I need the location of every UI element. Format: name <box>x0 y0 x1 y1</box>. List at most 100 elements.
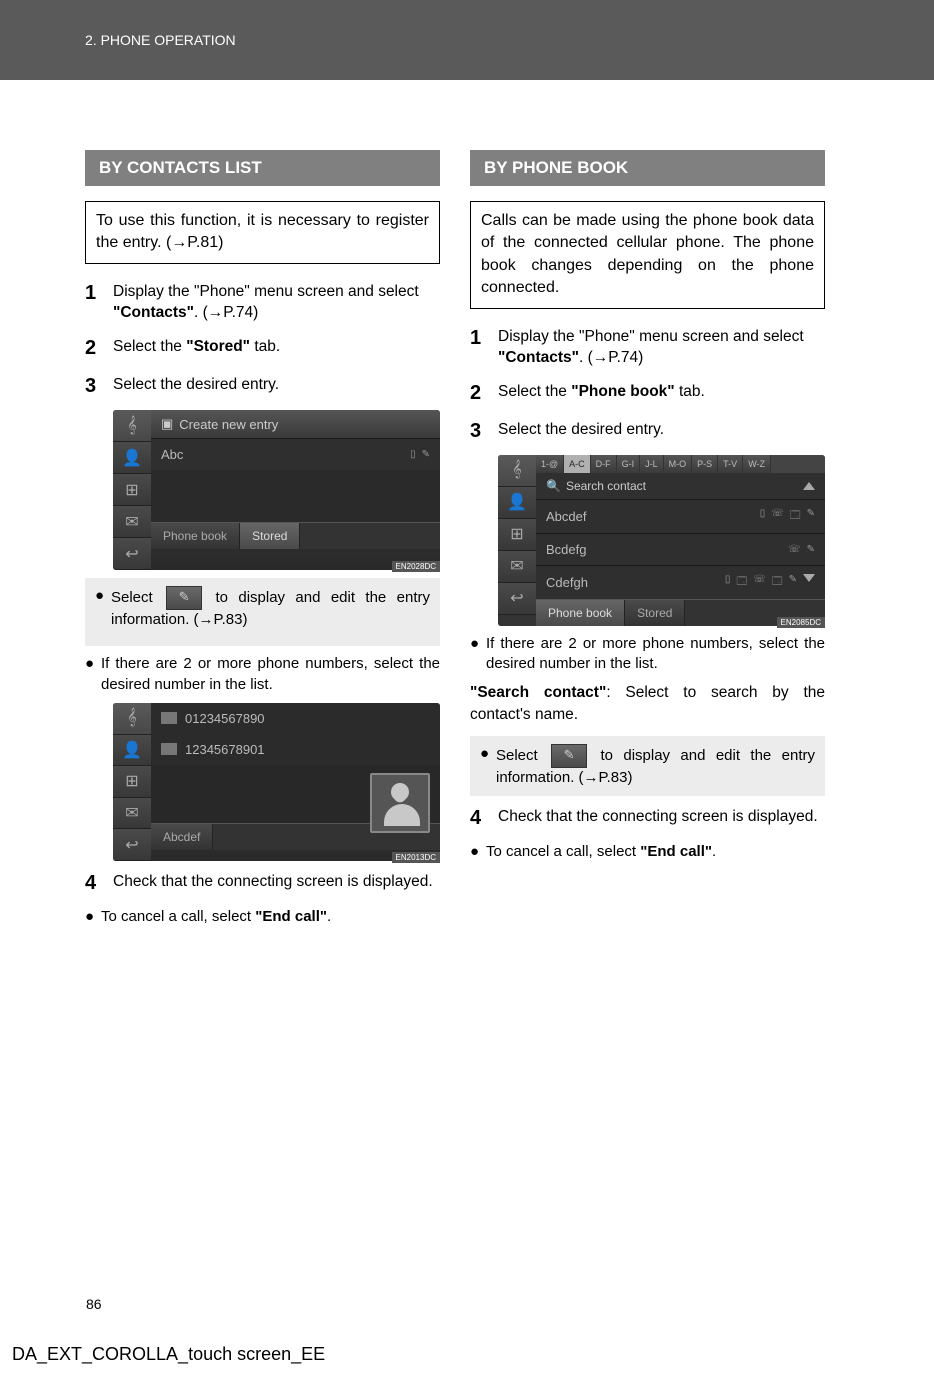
text: . <box>712 843 716 860</box>
step-3: 3 Select the desired entry. <box>85 372 440 400</box>
content: BY CONTACTS LIST To use this function, i… <box>0 80 934 935</box>
step-4: 4 Check that the connecting screen is di… <box>470 804 825 832</box>
add-icon: ▣ <box>161 416 173 432</box>
main-area: 01234567890 12345678901 Abcdef <box>151 703 440 861</box>
list-item[interactable]: Abcdef ▯☏🗔✎ <box>536 499 825 533</box>
tab-phonebook[interactable]: Phone book <box>151 523 240 549</box>
text: Select the <box>113 338 186 355</box>
label: Create new entry <box>179 417 278 432</box>
text: To cancel a call, select <box>101 908 255 925</box>
messages-icon[interactable]: ✉ <box>498 551 536 583</box>
search-note: "Search contact": Select to search by th… <box>470 682 825 725</box>
phone-icon[interactable]: 𝄞 <box>113 703 151 735</box>
edit-icon[interactable]: ✎ <box>422 449 430 460</box>
right-column: BY PHONE BOOK Calls can be made using th… <box>470 150 825 935</box>
text-bold: "Contacts" <box>113 304 194 321</box>
search-icon: 🔍 <box>546 479 561 493</box>
step-num: 2 <box>470 379 498 407</box>
bullet-text: If there are 2 or more phone numbers, se… <box>486 634 825 675</box>
mini-icons: ▯🗔☏🗔✎ <box>725 574 815 591</box>
phone-icon[interactable]: 𝄞 <box>113 410 151 442</box>
step-1: 1 Display the "Phone" menu screen and se… <box>85 279 440 324</box>
breadcrumb: 2. PHONE OPERATION <box>85 32 236 48</box>
tab-stored[interactable]: Stored <box>240 523 300 549</box>
keypad-icon[interactable]: ⊞ <box>113 474 151 506</box>
section-title-right: BY PHONE BOOK <box>470 150 825 186</box>
screenshot-code: EN2085DC <box>777 617 825 628</box>
list-item[interactable]: Bcdefg ☏✎ <box>536 533 825 565</box>
page-number: 86 <box>86 1296 102 1312</box>
text: Select the <box>498 383 571 400</box>
blank <box>151 470 440 522</box>
note-box: ● Select ✎ to display and edit the entry… <box>85 578 440 646</box>
alpha-tab[interactable]: P-S <box>692 455 718 473</box>
avatar <box>370 773 430 833</box>
text: tab. <box>675 383 705 400</box>
step-text: Check that the connecting screen is disp… <box>113 869 440 897</box>
scroll-up-icon[interactable] <box>803 482 815 490</box>
bullet-text: If there are 2 or more phone numbers, se… <box>101 654 440 695</box>
screenshot-code: EN2013DC <box>392 852 440 863</box>
entry-label: Bcdefg <box>546 542 788 557</box>
contacts-icon[interactable]: 👤 <box>498 487 536 519</box>
alpha-tab[interactable]: T-V <box>718 455 743 473</box>
search-contact[interactable]: 🔍 Search contact <box>536 473 825 499</box>
text: To cancel a call, select <box>486 843 640 860</box>
bullet-text: To cancel a call, select "End call". <box>486 842 825 862</box>
keypad-icon[interactable]: ⊞ <box>498 519 536 551</box>
step-num: 4 <box>470 804 498 832</box>
step-num: 2 <box>85 334 113 362</box>
alpha-tab[interactable]: G-I <box>617 455 641 473</box>
alpha-tab[interactable]: D-F <box>591 455 617 473</box>
step-num: 4 <box>85 869 113 897</box>
list-item[interactable]: Cdefgh ▯🗔☏🗔✎ <box>536 565 825 599</box>
tab-phonebook[interactable]: Phone book <box>536 600 625 626</box>
step-text: Select the desired entry. <box>498 417 825 445</box>
main-area: ▣ Create new entry Abc ▯ ✎ Phone book St… <box>151 410 440 570</box>
keypad-icon[interactable]: ⊞ <box>113 766 151 798</box>
screen: 𝄞 👤 ⊞ ✉ ↩ 01234567890 12345678901 <box>113 703 440 861</box>
phone-type-icon <box>161 743 177 755</box>
phone-icon[interactable]: 𝄞 <box>498 455 536 487</box>
step-text: Display the "Phone" menu screen and sele… <box>113 279 440 324</box>
text: . <box>327 908 331 925</box>
alpha-tab[interactable]: 1-@ <box>536 455 564 473</box>
screen: 𝄞 👤 ⊞ ✉ ↩ 1-@ A-C D-F G-I J-L M-O P-S <box>498 455 825 626</box>
alpha-tab[interactable]: W-Z <box>743 455 771 473</box>
number-row[interactable]: 12345678901 <box>151 734 440 765</box>
edit-icon-inline: ✎ <box>166 586 202 610</box>
scroll-down-icon[interactable] <box>803 574 815 582</box>
bullet-mark: ● <box>480 744 496 788</box>
note-box: ● Select ✎ to display and edit the entry… <box>470 736 825 796</box>
contacts-icon[interactable]: 👤 <box>113 735 151 767</box>
contacts-icon[interactable]: 👤 <box>113 442 151 474</box>
step-num: 1 <box>85 279 113 324</box>
list-item[interactable]: Abc ▯ ✎ <box>151 438 440 470</box>
back-icon[interactable]: ↩ <box>113 829 151 861</box>
text-bold: "Search contact" <box>470 684 606 701</box>
number-row[interactable]: 01234567890 <box>151 703 440 734</box>
bullet-text: Select ✎ to display and edit the entry i… <box>496 744 815 788</box>
create-new-entry[interactable]: ▣ Create new entry <box>151 410 440 438</box>
step-2: 2 Select the "Stored" tab. <box>85 334 440 362</box>
text: Select <box>496 747 548 764</box>
mini-icons: ▯☏🗔✎ <box>760 508 815 525</box>
bullet: ● Select ✎ to display and edit the entry… <box>95 586 430 630</box>
back-icon[interactable]: ↩ <box>113 538 151 570</box>
alpha-tab[interactable]: J-L <box>640 455 664 473</box>
entry-label: Abcdef <box>546 509 760 524</box>
main-area: 1-@ A-C D-F G-I J-L M-O P-S T-V W-Z 🔍 Se… <box>536 455 825 626</box>
info-box-left: To use this function, it is necessary to… <box>85 201 440 264</box>
messages-icon[interactable]: ✉ <box>113 506 151 538</box>
text-bold: "End call" <box>640 843 712 860</box>
messages-icon[interactable]: ✉ <box>113 798 151 830</box>
text-bold: "Stored" <box>186 338 250 355</box>
text-bold: "End call" <box>255 908 327 925</box>
back-icon[interactable]: ↩ <box>498 583 536 615</box>
alpha-tab[interactable]: M-O <box>664 455 693 473</box>
alpha-tab[interactable]: A-C <box>564 455 591 473</box>
mobile-icon: ▯ <box>410 449 416 460</box>
tab-stored[interactable]: Stored <box>625 600 685 626</box>
step-num: 3 <box>85 372 113 400</box>
mini-icons: ▯ ✎ <box>410 449 430 460</box>
